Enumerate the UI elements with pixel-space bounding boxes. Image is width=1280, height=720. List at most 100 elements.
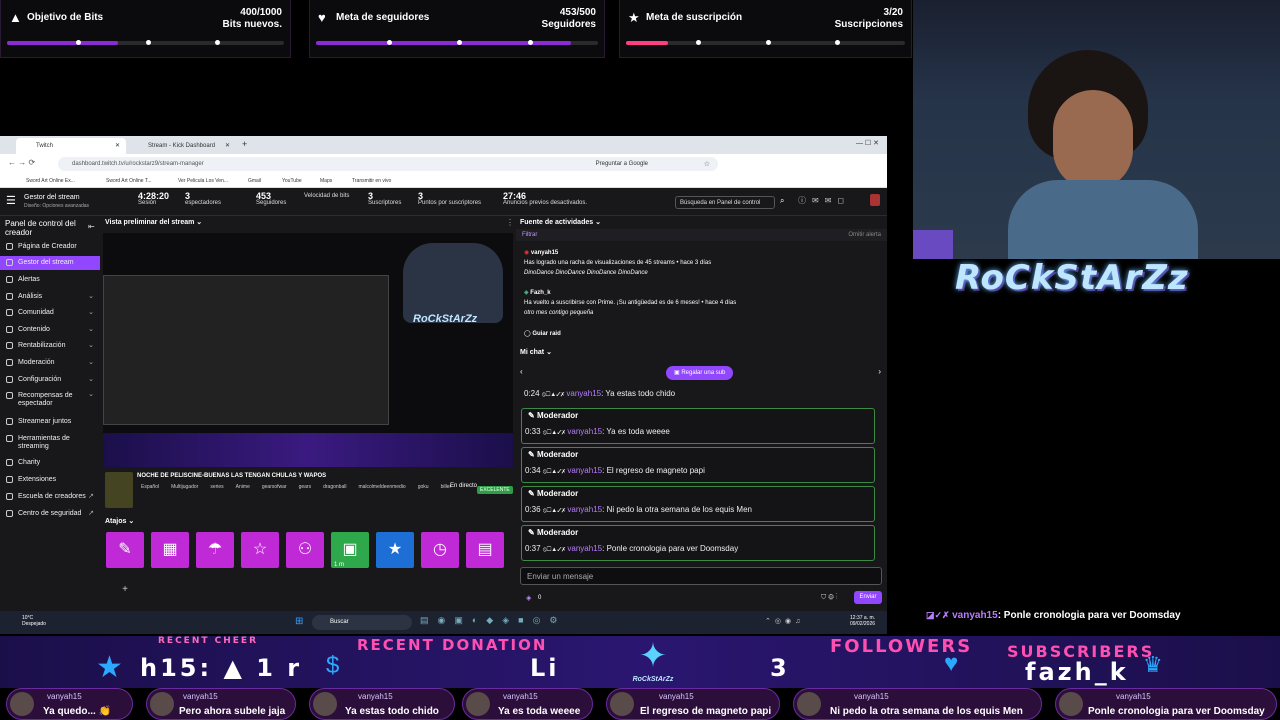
send-button[interactable]: Enviar (854, 591, 882, 604)
stream-tag[interactable]: gears (299, 484, 312, 490)
sidebar-item-analytics[interactable]: Análisis ⌄ (0, 290, 100, 304)
add-user-shortcut[interactable]: ⚇ (286, 532, 324, 568)
timer-shortcut[interactable]: ◷ (421, 532, 459, 568)
star-icon[interactable]: ☆ (704, 160, 710, 168)
window-controls[interactable]: — ☐ ✕ (856, 139, 879, 147)
sidebar-item-content[interactable]: Contenido ⌄ (0, 323, 100, 337)
chat-message[interactable]: ✎ Moderador 0:33 ⦸☐▲✓✗ vanyah15: Ya es t… (521, 408, 875, 444)
bookmark[interactable]: Transmitir en vivo (352, 178, 391, 184)
ad-shortcut[interactable]: ▣ 1 m (331, 532, 369, 568)
sidebar-item-rewards[interactable]: Recompensas de espectador ⌄ (0, 389, 100, 413)
sidebar-item-alerts[interactable]: Alertas (0, 273, 100, 287)
stream-tag[interactable]: Español (141, 484, 159, 490)
bookmark[interactable]: Maps (320, 178, 332, 184)
taskbar-search[interactable]: Buscar (312, 615, 412, 630)
sidebar-item-extensions[interactable]: Extensiones (0, 473, 100, 487)
feed-title[interactable]: Fuente de actividades ⌄ (520, 218, 601, 226)
stat-ads: 27:46 Anuncios previos desactivados. (503, 191, 588, 207)
preview-title[interactable]: Vista preliminar del stream ⌄ (105, 218, 202, 226)
stream-tag[interactable]: series (210, 484, 223, 490)
bookmark[interactable]: YouTube (282, 178, 302, 184)
avatar[interactable] (870, 194, 880, 206)
stream-preview[interactable]: RoCkStArZz (103, 233, 513, 467)
avatar (10, 692, 34, 716)
chevron-right-icon[interactable]: › (878, 367, 881, 376)
tab-kick[interactable]: Stream - Kick Dashboard ✕ (128, 138, 236, 154)
chat-message[interactable]: ✎ Moderador 0:37 ⦸☐▲✓✗ vanyah15: Ponle c… (521, 525, 875, 561)
highlight-shortcut[interactable]: ☆ (241, 532, 279, 568)
search-icon[interactable]: ⌕ (780, 196, 784, 206)
category-thumbnail[interactable] (105, 472, 133, 508)
tab-twitch[interactable]: Twitch ✕ (16, 138, 126, 154)
shortcuts-title[interactable]: Atajos ⌄ (105, 517, 134, 525)
stream-title[interactable]: NOCHE DE PELISCINE-BUENAS LAS TENGAN CHU… (137, 473, 326, 479)
tray-icons[interactable]: ⌃◎◉♫ (765, 617, 804, 625)
chevron-left-icon[interactable]: ‹ (520, 367, 523, 376)
chat-message[interactable]: ✎ Moderador 0:36 ⦸☐▲✓✗ vanyah15: Ni pedo… (521, 486, 875, 522)
sidebar-item-stream-manager[interactable]: Gestor del stream (0, 256, 100, 270)
avatar (150, 692, 174, 716)
chat-message[interactable]: 0:24 ⦸☐▲✓✗ vanyah15: Ya estas todo chido (521, 386, 875, 403)
url-input[interactable]: dashboard.twitch.tv/u/rockstarz9/stream-… (58, 157, 718, 171)
add-shortcut-button[interactable]: + (106, 572, 144, 608)
bookmark[interactable]: Sword Art Online T... (106, 178, 151, 184)
sidebar-item-safety[interactable]: Centro de seguridad ↗ (0, 507, 100, 521)
skip-alert-button[interactable]: Omitir alerta (848, 232, 881, 238)
chat-message[interactable]: ✎ Moderador 0:34 ⦸☐▲✓✗ vanyah15: El regr… (521, 447, 875, 483)
layout-shortcut[interactable]: ▤ (466, 532, 504, 568)
ask-google-button[interactable]: Preguntar a Google (596, 161, 648, 167)
sidebar-item-settings[interactable]: Configuración ⌄ (0, 373, 100, 387)
sidebar-item-charity[interactable]: Charity (0, 456, 100, 470)
stream-tag[interactable]: Multijugador (171, 484, 198, 490)
stream-tag[interactable]: malcolmeldeenmedio (358, 484, 405, 490)
chart-icon (6, 293, 13, 300)
tools-icon (6, 435, 13, 442)
sidebar-item-moderation[interactable]: Moderación ⌄ (0, 356, 100, 370)
taskbar-apps[interactable]: ▤◉▣◐◆◈■◎⚙ (420, 615, 567, 626)
stream-tag[interactable]: gearsofwar (262, 484, 287, 490)
preview-ribbon (103, 433, 513, 467)
dashboard-search-input[interactable]: Búsqueda en Panel de control (675, 196, 775, 209)
sidebar-item-tools[interactable]: Herramientas de streaming (0, 432, 100, 452)
windows-icon[interactable]: ⊞ (295, 616, 303, 627)
filter-button[interactable]: Filtrar (522, 232, 537, 238)
star-icon: ★ (387, 541, 403, 558)
bookmark[interactable]: Sword Art Online Ex... (26, 178, 75, 184)
ticker-message: vanyah15 Ya es toda weeee (462, 688, 593, 720)
more-icon[interactable]: ⋮ (506, 218, 514, 227)
bookmark[interactable]: Gmail (248, 178, 261, 184)
stream-tag[interactable]: goku (418, 484, 429, 490)
edit-shortcut[interactable]: ✎ (106, 532, 144, 568)
clip-shortcut[interactable]: ▦ (151, 532, 189, 568)
stat-followers: 453 Seguidores (256, 191, 287, 207)
close-icon[interactable]: ✕ (225, 142, 230, 149)
chevron-down-icon: ⌄ (88, 391, 94, 398)
menu-icon[interactable]: ☰ (6, 194, 16, 207)
nav-icons[interactable]: ← → ⟳ (8, 158, 35, 167)
points-icon[interactable]: ◈ (526, 594, 531, 602)
stream-tag[interactable]: Anime (236, 484, 250, 490)
stream-tag[interactable]: dragonball (323, 484, 346, 490)
collapse-icon[interactable]: ⇤ (88, 222, 95, 231)
sidebar-item-stream-together[interactable]: Streamear juntos (0, 415, 100, 429)
sidebar-item-school[interactable]: Escuela de creadores ↗ (0, 490, 100, 504)
favorite-shortcut[interactable]: ★ (376, 532, 414, 568)
raid-icon: ◯ (524, 331, 531, 337)
crystal-icon: ✦ (638, 637, 668, 675)
chat-input[interactable]: Enviar un mensaje (520, 567, 882, 585)
new-tab-icon[interactable]: + (242, 139, 247, 149)
goal-bits: ▲ Objetivo de Bits 400/1000 Bits nuevos. (0, 0, 291, 58)
sidebar-item-community[interactable]: Comunidad ⌄ (0, 306, 100, 320)
sidebar-item-monetization[interactable]: Rentabilización ⌄ (0, 339, 100, 353)
settings-icons[interactable]: ⛉ ⚙ ⋮ (821, 594, 838, 602)
stat-session: 4:28:20 Sesión (138, 191, 170, 207)
raid-shortcut[interactable]: ☂ (196, 532, 234, 568)
gift-sub-button[interactable]: ▣ Regalar una sub (666, 366, 734, 380)
close-icon[interactable]: ✕ (115, 142, 120, 149)
sidebar-item-creator-page[interactable]: Página de Creador (0, 240, 100, 254)
badge-icons: ◪✓✗ (926, 610, 953, 620)
header-icons[interactable]: ⓘ✉✉◻ (798, 195, 850, 206)
bookmark[interactable]: Ver Pelicula Los Ven... (178, 178, 228, 184)
ticker-message: vanyah15 El regreso de magneto papi (606, 688, 780, 720)
chat-title[interactable]: Mi chat ⌄ (520, 348, 552, 356)
